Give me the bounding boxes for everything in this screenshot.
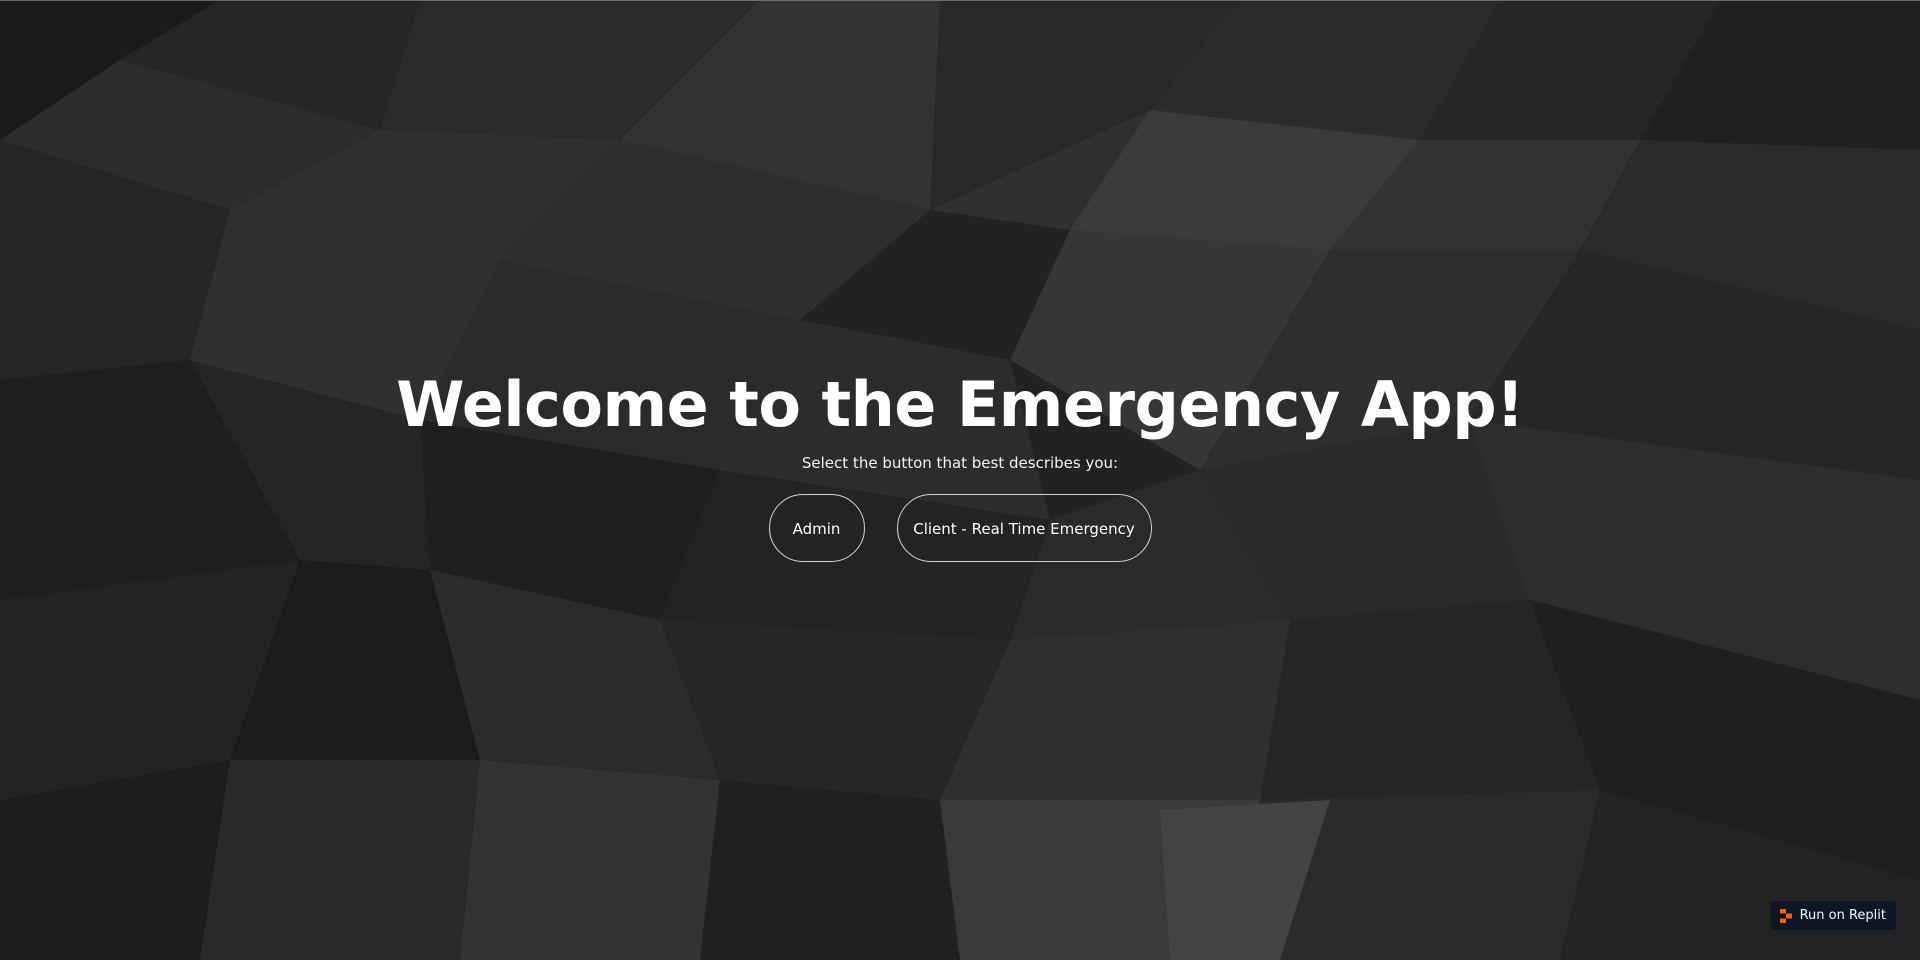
page: Welcome to the Emergency App! Select the…: [0, 0, 1920, 960]
run-on-replit-badge[interactable]: Run on Replit: [1770, 901, 1896, 930]
run-on-replit-label: Run on Replit: [1799, 908, 1886, 923]
admin-button[interactable]: Admin: [768, 494, 865, 562]
replit-logo-icon: [1779, 908, 1792, 923]
page-subtitle: Select the button that best describes yo…: [801, 454, 1119, 472]
role-button-group: Admin Client - Real Time Emergency: [0, 494, 1920, 562]
client-real-time-emergency-button[interactable]: Client - Real Time Emergency: [896, 494, 1152, 562]
hero-section: Welcome to the Emergency App! Select the…: [0, 360, 1920, 562]
top-border: [0, 0, 1920, 1]
page-title: Welcome to the Emergency App!: [396, 368, 1524, 441]
